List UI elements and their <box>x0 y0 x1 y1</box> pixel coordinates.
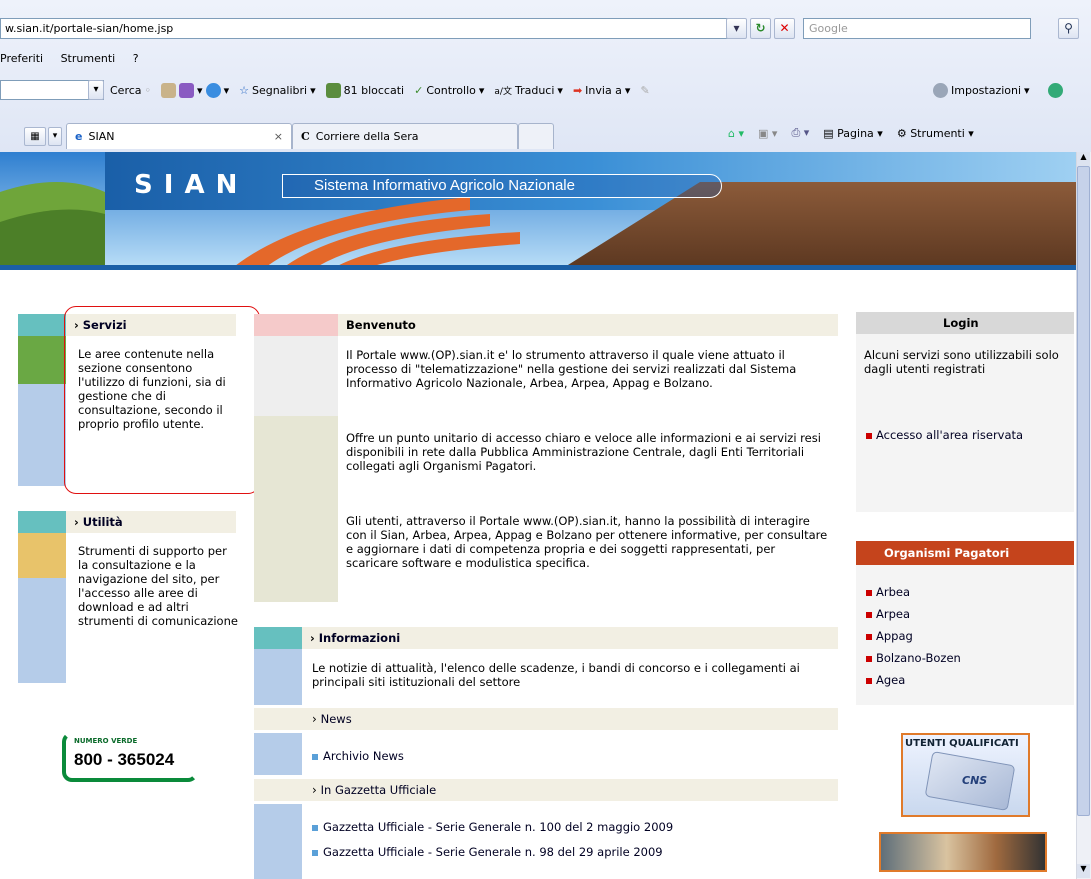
organismi-title: Organismi Pagatori <box>884 546 1010 560</box>
cerca-button[interactable]: Cerca ◦ <box>110 79 151 101</box>
tab-strip: ▦ ▾ e SIAN × C Corriere della Sera ⌂ ▾ ▣… <box>0 120 1091 150</box>
menu-help[interactable]: ? <box>133 52 139 65</box>
address-dropdown-button[interactable]: ▾ <box>726 18 747 39</box>
utilita-accent <box>18 511 66 533</box>
organismo-link-agea[interactable]: Agea <box>866 673 905 687</box>
scroll-down-icon[interactable]: ▼ <box>1077 864 1090 878</box>
pen-icon[interactable]: ✎ <box>640 79 649 101</box>
organismo-link-bolzano[interactable]: Bolzano-Bozen <box>866 651 961 665</box>
benvenuto-image <box>254 336 338 602</box>
site-banner: S I A N Sistema Informativo Agricolo Naz… <box>0 152 1076 270</box>
ie-icon: e <box>75 130 83 143</box>
settings-icon <box>933 82 948 98</box>
utenti-qualificati-title: UTENTI QUALIFICATI <box>905 738 1019 749</box>
site-title: Sistema Informativo Agricolo Nazionale <box>314 177 575 194</box>
benvenuto-p1: Il Portale www.(OP).sian.it e' lo strume… <box>346 348 797 390</box>
tab-corriere[interactable]: C Corriere della Sera <box>292 123 518 149</box>
utilita-image <box>18 533 66 683</box>
search-input[interactable]: Google <box>803 18 1031 39</box>
spellcheck-icon: ✓ <box>414 83 424 97</box>
home-icon[interactable]: ⌂ ▾ <box>728 127 744 140</box>
informazioni-title[interactable]: › Informazioni <box>310 631 400 645</box>
benvenuto-accent <box>254 314 338 336</box>
toolbar-search-dropdown[interactable]: ▾ <box>88 80 104 100</box>
feeds-icon[interactable]: ▣ ▾ <box>758 127 777 140</box>
photo-banner[interactable] <box>879 832 1047 872</box>
numero-verde-number[interactable]: 800 - 365024 <box>74 750 174 770</box>
servizi-image <box>18 336 66 486</box>
informazioni-image <box>254 649 302 705</box>
user-icon[interactable] <box>1048 83 1063 98</box>
invia-button[interactable]: ➡ Invia a ▾ <box>573 79 631 101</box>
controllo-button[interactable]: ✓ Controllo ▾ <box>414 79 484 101</box>
tab-list-dropdown[interactable]: ▾ <box>48 127 62 146</box>
popup-blocked-button[interactable]: 81 bloccati <box>325 79 404 101</box>
benvenuto-p3: Gli utenti, attraverso il Portale www.(O… <box>346 514 828 570</box>
print-icon[interactable]: ⎙ ▾ <box>791 126 809 140</box>
gazzetta-item[interactable]: Gazzetta Ufficiale - Serie Generale n. 1… <box>312 820 673 834</box>
flower-icon <box>179 82 195 98</box>
gazzetta-item[interactable]: Gazzetta Ufficiale - Serie Generale n. 9… <box>312 845 663 859</box>
organismo-link-arpea[interactable]: Arpea <box>866 607 910 621</box>
organismo-link-appag[interactable]: Appag <box>866 629 913 643</box>
tab-sian[interactable]: e SIAN × <box>66 123 292 149</box>
organismo-link-arbea[interactable]: Arbea <box>866 585 910 599</box>
news-image <box>254 733 302 775</box>
search-icon[interactable]: ⚲ <box>1058 18 1079 39</box>
cns-label: CNS <box>962 774 988 787</box>
pagina-menu[interactable]: ▤ Pagina ▾ <box>823 127 883 140</box>
benvenuto-p2: Offre un punto unitario di accesso chiar… <box>346 431 821 473</box>
menu-strumenti[interactable]: Strumenti <box>61 52 116 65</box>
star-icon: ☆ <box>239 83 249 97</box>
gazzetta-title[interactable]: › In Gazzetta Ufficiale <box>312 783 436 797</box>
translate-icon: a/文 <box>494 86 512 97</box>
site-logo[interactable]: S I A N <box>134 170 238 200</box>
scroll-thumb[interactable] <box>1077 166 1090 816</box>
segnalibri-button[interactable]: ☆ Segnalibri ▾ <box>239 79 316 101</box>
utilita-text: Strumenti di supporto per la consultazio… <box>78 544 238 628</box>
toolbar-icons-group[interactable]: ▾ ▾ <box>161 79 229 101</box>
send-icon: ➡ <box>572 83 583 97</box>
login-title: Login <box>943 316 979 330</box>
gazzetta-image <box>254 804 302 879</box>
archivio-news-link[interactable]: Archivio News <box>312 749 404 763</box>
address-bar[interactable]: w.sian.it/portale-sian/home.jsp <box>0 18 733 39</box>
servizi-accent <box>18 314 66 336</box>
scroll-up-icon[interactable]: ▲ <box>1077 152 1090 166</box>
highlight-circle <box>64 306 260 494</box>
informazioni-text: Le notizie di attualità, l'elenco delle … <box>312 661 800 689</box>
utilita-title[interactable]: › Utilità <box>74 515 123 529</box>
google-toolbar: ▾ Cerca ◦ ▾ ▾ ☆ Segnalibri ▾ 81 bloccati ✓ Co… <box>0 79 1091 103</box>
refresh-icon[interactable]: ↻ <box>750 18 771 39</box>
chat-icon <box>205 82 221 98</box>
menu-preferiti[interactable]: Preferiti <box>0 52 43 65</box>
benvenuto-title: Benvenuto <box>346 318 416 332</box>
quick-tabs-icon[interactable]: ▦ <box>24 127 46 146</box>
strumenti-menu[interactable]: ⚙ Strumenti ▾ <box>897 127 974 140</box>
tab-sian-label: SIAN <box>88 130 115 143</box>
traduci-button[interactable]: a/文 Traduci ▾ <box>494 79 563 101</box>
impostazioni-button[interactable]: Impostazioni ▾ <box>933 79 1030 101</box>
area-riservata-link[interactable]: Accesso all'area riservata <box>866 428 1023 442</box>
news-title[interactable]: › News <box>312 712 352 726</box>
login-text: Alcuni servizi sono utilizzabili solo da… <box>864 348 1059 376</box>
stop-icon[interactable]: ✕ <box>774 18 795 39</box>
popup-blocker-icon <box>325 82 341 98</box>
tab-close-icon[interactable]: × <box>274 130 283 143</box>
menu-bar: Preferiti Strumenti ? <box>0 52 153 68</box>
corriere-icon: C <box>301 130 310 143</box>
numero-verde-label: NUMERO VERDE <box>74 737 138 745</box>
new-tab-button[interactable] <box>518 123 554 149</box>
informazioni-accent <box>254 627 302 649</box>
puzzle-icon <box>161 82 177 98</box>
